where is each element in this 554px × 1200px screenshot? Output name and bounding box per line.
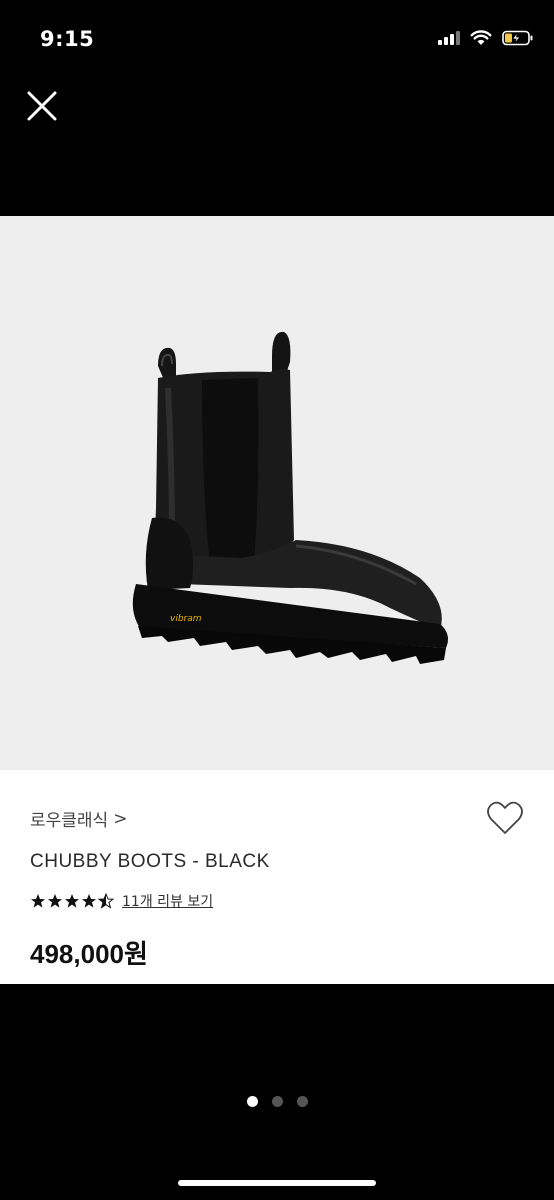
star-full-icon <box>48 894 62 908</box>
product-name: CHUBBY BOOTS - BLACK <box>30 851 270 872</box>
cellular-signal-icon <box>438 31 460 45</box>
pager-dot-2[interactable] <box>271 1096 283 1107</box>
sole-logo: vibram <box>170 614 202 624</box>
pager-dot-1[interactable] <box>246 1096 258 1107</box>
boot-illustration: vibram <box>132 331 449 664</box>
chevron-right-icon: > <box>113 808 128 829</box>
product-info-panel: 로우클래식 > CHUBBY BOOTS - BLACK 11개 리뷰 보기 4… <box>0 770 554 984</box>
gallery-pager <box>0 1096 554 1107</box>
star-half-icon <box>98 893 114 909</box>
review-link[interactable]: 11개 리뷰 보기 <box>122 891 213 911</box>
close-icon[interactable] <box>24 88 60 124</box>
wifi-icon <box>470 30 492 45</box>
rating-row: 11개 리뷰 보기 <box>30 891 213 911</box>
star-full-icon <box>82 894 96 908</box>
brand-name: 로우클래식 <box>30 811 109 831</box>
product-price: 498,000원 <box>30 939 148 969</box>
home-indicator[interactable] <box>178 1180 376 1186</box>
battery-charging-icon <box>502 30 533 46</box>
status-time: 9:15 <box>40 27 95 51</box>
pager-dot-3[interactable] <box>296 1096 308 1107</box>
heart-outline-icon[interactable] <box>486 800 524 836</box>
star-full-icon <box>31 894 45 908</box>
product-image[interactable]: vibram <box>0 216 554 770</box>
star-rating <box>30 893 114 909</box>
status-bar: 9:15 <box>0 0 554 80</box>
star-full-icon <box>65 894 79 908</box>
brand-link[interactable]: 로우클래식 > <box>30 806 128 832</box>
status-icons <box>438 30 534 46</box>
